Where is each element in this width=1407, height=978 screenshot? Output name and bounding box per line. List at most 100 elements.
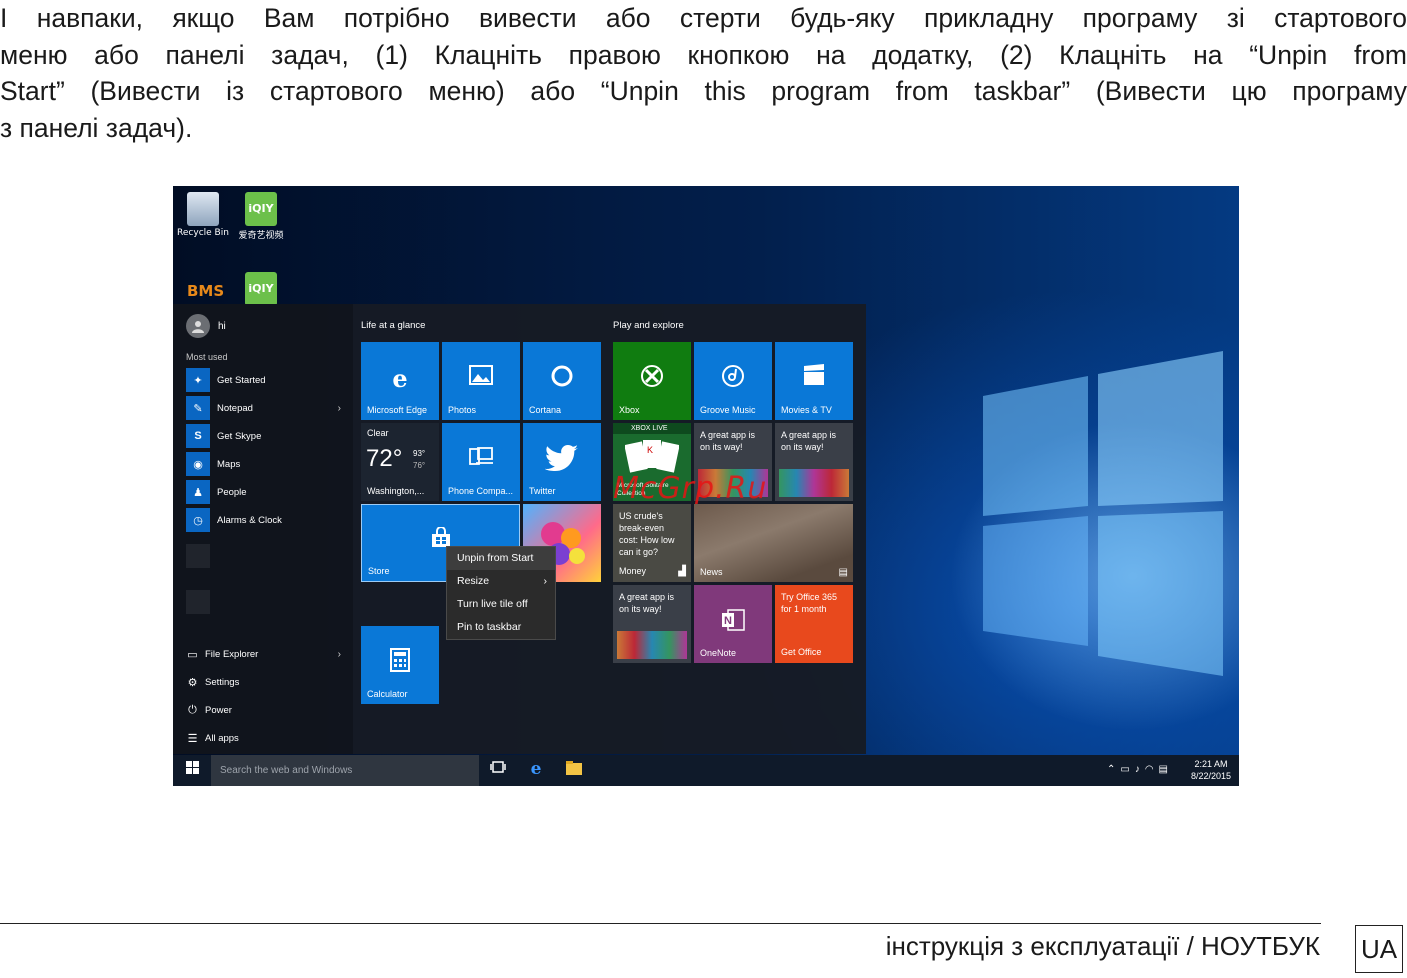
tile-label: Washington,... (367, 486, 425, 496)
tile-get-office[interactable]: Try Office 365 for 1 month Get Office (775, 585, 853, 663)
context-unpin-from-start[interactable]: Unpin from Start (447, 547, 555, 570)
chevron-up-icon[interactable]: ⌃ (1107, 764, 1120, 775)
file-explorer-taskbar-icon[interactable] (564, 761, 584, 781)
most-used-maps[interactable]: ◉ Maps (186, 452, 341, 476)
tile-calculator[interactable]: Calculator (361, 626, 439, 704)
all-apps-item[interactable]: ☰ All apps (186, 728, 341, 748)
most-used-people[interactable]: ♟ People (186, 480, 341, 504)
alarm-icon: ◷ (186, 508, 210, 532)
intro-line: І навпаки, якщо Вам потрібно вивести або… (0, 3, 1407, 33)
tile-great-app-2[interactable]: A great app is on its way! (775, 423, 853, 501)
wifi-icon[interactable]: ◠ (1145, 764, 1159, 775)
chevron-right-icon[interactable]: › (338, 649, 341, 660)
xbox-icon (613, 364, 691, 395)
desktop-icon-iqiyi-2[interactable]: iQIY (233, 272, 289, 308)
tile-phone-companion[interactable]: Phone Compa... (442, 423, 520, 501)
iqiyi-icon: iQIY (245, 272, 277, 306)
tile-edge[interactable]: e Microsoft Edge (361, 342, 439, 420)
battery-icon[interactable]: ▭ (1120, 764, 1134, 775)
group-title-play: Play and explore (613, 320, 684, 331)
maps-icon: ◉ (186, 452, 210, 476)
tile-label: Cortana (529, 405, 562, 415)
chart-icon: ▟ (678, 566, 686, 577)
edge-taskbar-icon[interactable]: e (526, 759, 546, 779)
skype-icon: S (186, 424, 210, 448)
settings-item[interactable]: ⚙ Settings (186, 672, 341, 692)
clock-time: 2:21 AM (1194, 759, 1228, 769)
start-menu: hi Most used ✦ Get Started ✎ Notepad › S… (173, 304, 866, 754)
system-tray-icons[interactable]: ⌃▭♪◠▤ (1107, 764, 1173, 775)
taskbar-clock[interactable]: 2:21 AM 8/22/2015 (1191, 758, 1231, 782)
intro-line: Start” (Вивести із стартового меню) або … (0, 76, 1407, 106)
tile-money[interactable]: US crude's break-even cost: How low can … (613, 504, 691, 582)
user-name: hi (218, 320, 226, 332)
tile-photos[interactable]: Photos (442, 342, 520, 420)
tile-great-app-3[interactable]: A great app is on its way! (613, 585, 691, 663)
start-button-windows-icon[interactable] (182, 761, 202, 781)
intro-line: меню або панелі задач, (1) Клацніть прав… (0, 39, 1407, 70)
task-view-icon[interactable] (488, 761, 508, 781)
tile-twitter[interactable]: Twitter (523, 423, 601, 501)
cortana-icon (523, 364, 601, 395)
most-used-notepad[interactable]: ✎ Notepad › (186, 396, 341, 420)
edge-icon: e (392, 364, 408, 393)
chevron-right-icon[interactable]: › (338, 403, 341, 414)
footer-text: інструкція з експлуатації / НОУТБУК (885, 931, 1320, 961)
iqiyi-icon: iQIY (245, 192, 277, 226)
volume-icon[interactable]: ♪ (1135, 764, 1145, 775)
context-resize[interactable]: Resize › (447, 570, 555, 593)
notepad-icon: ✎ (186, 396, 210, 420)
app-label: Alarms & Clock (217, 514, 282, 526)
chevron-right-icon: › (543, 575, 548, 587)
item-label: Settings (205, 676, 240, 688)
footer-rule (0, 923, 1321, 924)
tile-context-menu: Unpin from Start Resize › Turn live tile… (446, 546, 556, 640)
app-label: Notepad (217, 402, 253, 414)
folder-icon: ▭ (187, 648, 198, 661)
groove-music-icon (694, 364, 772, 395)
context-turn-live-tile-off[interactable]: Turn live tile off (447, 593, 555, 616)
group-title-life: Life at a glance (361, 320, 426, 331)
tile-label: Phone Compa... (448, 486, 514, 496)
notifications-icon[interactable]: ▤ (1159, 764, 1173, 775)
tile-news[interactable]: News ▤ (694, 504, 853, 582)
tile-weather[interactable]: Clear 72° 93° 76° Washington,... (361, 423, 439, 501)
windows-screenshot: Recycle Bin iQIY 爱奇艺视频 BMS iQIY hi Most … (173, 186, 1239, 786)
power-icon: ⏻ (188, 703, 197, 716)
app-label: Get Skype (217, 430, 262, 442)
twitter-bird-icon (523, 445, 601, 478)
most-used-alarms[interactable]: ◷ Alarms & Clock (186, 508, 341, 532)
intro-line: з панелі задач). (0, 112, 193, 143)
watermark: McGrp.Ru (613, 471, 768, 506)
power-item[interactable]: ⏻ Power (186, 700, 341, 720)
calculator-icon (361, 648, 439, 679)
tile-label: Get Office (781, 647, 822, 657)
svg-text:N: N (724, 615, 732, 627)
tile-groove[interactable]: Groove Music (694, 342, 772, 420)
tile-cortana[interactable]: Cortana (523, 342, 601, 420)
desktop-icon-label: Recycle Bin (177, 228, 229, 238)
context-pin-to-taskbar[interactable]: Pin to taskbar (447, 616, 555, 639)
tile-label: Groove Music (700, 405, 756, 415)
phone-icon (442, 445, 520, 473)
clock-date: 8/22/2015 (1190, 771, 1231, 781)
file-explorer-item[interactable]: ▭ File Explorer › (186, 644, 341, 664)
item-label: File Explorer (205, 648, 259, 660)
most-used-get-skype[interactable]: S Get Skype (186, 424, 341, 448)
news-icon: ▤ (838, 567, 848, 578)
desktop-icon-recycle-bin[interactable]: Recycle Bin (175, 192, 231, 238)
tile-label: Money (619, 566, 647, 576)
desktop-icon-iqiyi[interactable]: iQIY 爱奇艺视频 (233, 192, 289, 241)
user-account[interactable]: hi (186, 314, 226, 338)
recycle-bin-icon (187, 192, 219, 226)
most-used-get-started[interactable]: ✦ Get Started (186, 368, 341, 392)
tile-text: A great app is on its way! (781, 430, 837, 452)
tile-movies[interactable]: Movies & TV (775, 342, 853, 420)
tile-text: A great app is on its way! (700, 430, 756, 452)
tile-xbox[interactable]: Xbox (613, 342, 691, 420)
taskbar-search-box[interactable]: Search the web and Windows (211, 755, 479, 786)
svg-text:K: K (647, 445, 653, 455)
placeholder-icon (186, 544, 210, 568)
tile-onenote[interactable]: N OneNote (694, 585, 772, 663)
tile-label: Xbox (619, 405, 640, 415)
